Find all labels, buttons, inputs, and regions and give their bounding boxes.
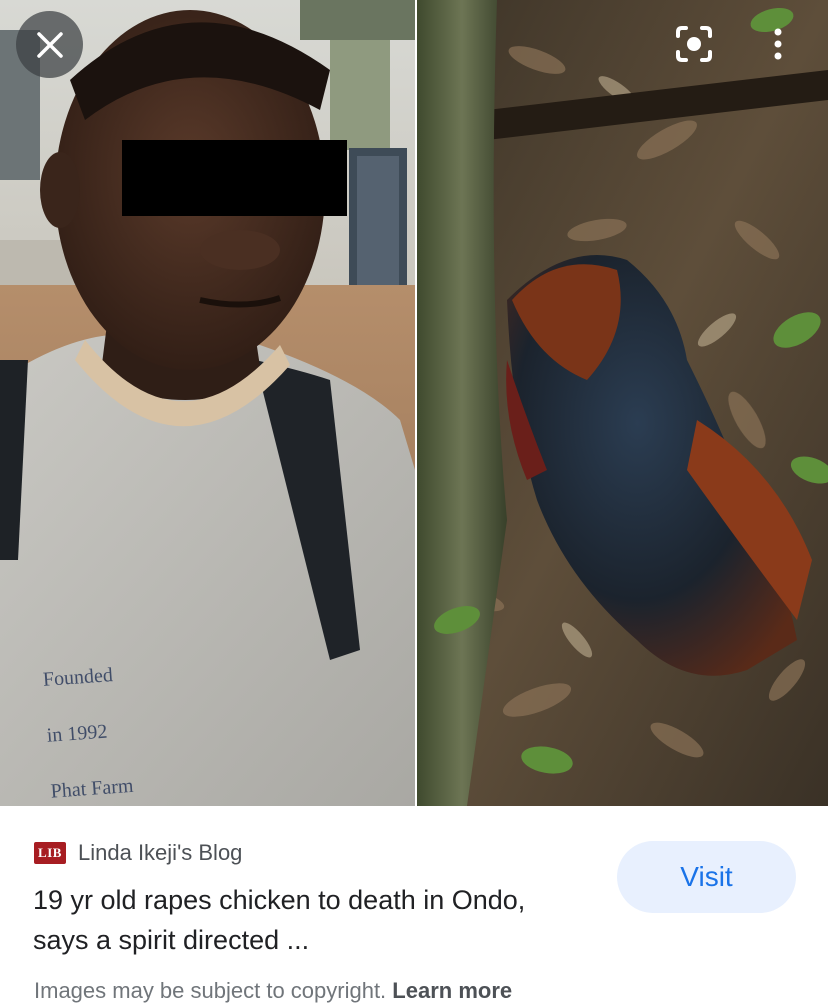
close-icon bbox=[36, 31, 63, 58]
result-title[interactable]: 19 yr old rapes chicken to death in Ondo… bbox=[33, 880, 603, 960]
result-info-panel: LIB Linda Ikeji's Blog 19 yr old rapes c… bbox=[0, 806, 828, 1003]
visit-button[interactable]: Visit bbox=[617, 841, 796, 913]
result-title-line-1: 19 yr old rapes chicken to death in Ondo… bbox=[33, 885, 526, 915]
more-vertical-icon bbox=[774, 28, 782, 60]
source-logo: LIB bbox=[34, 842, 66, 864]
close-button[interactable] bbox=[16, 11, 83, 78]
image-viewer[interactable]: Founded in 1992 Phat Farm represents a c… bbox=[0, 0, 828, 806]
result-title-line-2: says a spirit directed ... bbox=[33, 925, 310, 955]
google-lens-icon bbox=[676, 26, 712, 62]
source-row[interactable]: LIB Linda Ikeji's Blog bbox=[34, 840, 242, 866]
shirt-print-text: Founded in 1992 Phat Farm represents a c… bbox=[42, 664, 135, 803]
learn-more-link[interactable]: Learn more bbox=[392, 978, 512, 1003]
source-name[interactable]: Linda Ikeji's Blog bbox=[78, 840, 242, 866]
copyright-notice: Images may be subject to copyright. Lear… bbox=[34, 978, 512, 1004]
photo-rooster bbox=[417, 0, 828, 806]
google-lens-button[interactable] bbox=[672, 22, 716, 66]
more-options-button[interactable] bbox=[760, 22, 796, 66]
copyright-text: Images may be subject to copyright. bbox=[34, 978, 387, 1003]
